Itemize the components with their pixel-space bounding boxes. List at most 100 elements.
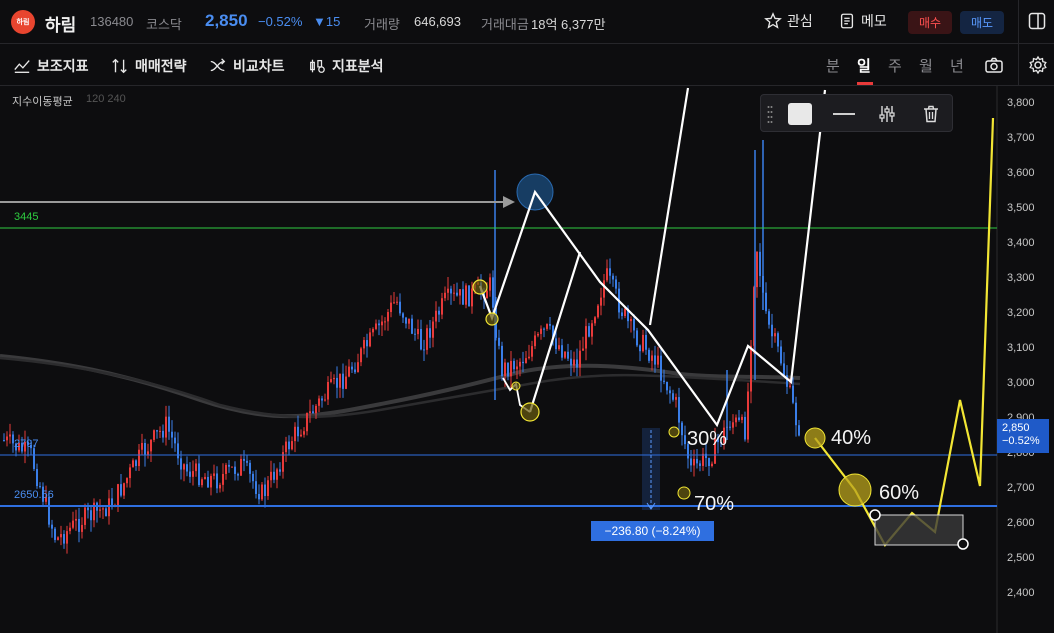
trend-segment-line[interactable]: [648, 87, 690, 326]
candle-body: [747, 391, 749, 440]
resistance-label: 3445: [14, 211, 39, 223]
strategy-icon: [112, 58, 127, 74]
candle-body: [279, 469, 281, 472]
candle-body: [702, 453, 704, 466]
candle-body: [738, 417, 740, 420]
candle-body: [255, 481, 257, 494]
candle-body: [417, 328, 419, 335]
marker-dot[interactable]: [677, 486, 691, 500]
candle-body: [267, 480, 269, 496]
candle-body: [441, 298, 443, 315]
candle-body: [471, 288, 473, 307]
period-year[interactable]: 년: [950, 55, 964, 76]
candle-body: [354, 369, 356, 373]
candle-body: [216, 473, 218, 489]
sliders-icon[interactable]: [877, 104, 897, 124]
support-label-1: 2797: [14, 438, 39, 450]
candle-body: [333, 377, 335, 380]
candle-body: [549, 324, 551, 326]
gear-icon[interactable]: [1028, 55, 1048, 75]
candle-body: [165, 416, 167, 438]
candle-body: [249, 462, 251, 474]
candle-body: [264, 484, 266, 496]
candle-body: [609, 268, 611, 276]
marker-circle-40[interactable]: [804, 427, 826, 449]
marker-dot[interactable]: [485, 312, 499, 326]
candle-body: [582, 348, 584, 351]
candle-body: [399, 301, 401, 314]
candle-body: [177, 443, 179, 459]
watchlist-button[interactable]: 관심: [764, 11, 813, 31]
candle-body: [768, 311, 770, 325]
y-axis-tick-label: 3,000: [1007, 377, 1035, 389]
line-style-button[interactable]: [833, 113, 855, 115]
chart-toolbar: 보조지표 매매전략 비교차트 지표분석 분 일 주 월 년: [0, 44, 1054, 86]
period-day[interactable]: 일: [857, 55, 871, 76]
candle-body: [159, 430, 161, 432]
candle-body: [462, 289, 464, 305]
analysis-button[interactable]: 지표분석: [308, 56, 384, 76]
candle-body: [414, 333, 416, 335]
candle-body: [162, 430, 164, 438]
target-zone-box[interactable]: [874, 514, 964, 546]
candle-body: [369, 332, 371, 347]
candle-body: [75, 518, 77, 521]
buy-button[interactable]: 매수: [908, 11, 952, 34]
candle-body: [135, 460, 137, 467]
drawing-toolbar: [760, 94, 953, 132]
candle-body: [735, 417, 737, 423]
candle-body: [465, 285, 467, 305]
candle-body: [126, 478, 128, 484]
strategy-button[interactable]: 매매전략: [111, 56, 187, 76]
marker-dot[interactable]: [511, 381, 521, 391]
trash-icon[interactable]: [921, 104, 941, 124]
camera-icon[interactable]: [984, 55, 1004, 75]
candle-body: [195, 463, 197, 472]
marker-dot[interactable]: [668, 426, 680, 438]
side-panel-icon[interactable]: [1027, 11, 1047, 31]
price-chart[interactable]: [0, 86, 1054, 633]
current-price: 2,850: [205, 11, 248, 30]
measure-result-label: −236.80 (−8.24%): [591, 521, 714, 541]
candle-body: [756, 251, 758, 288]
change-amount: ▼15: [313, 14, 341, 29]
period-week[interactable]: 주: [888, 55, 902, 76]
candle-body: [294, 426, 296, 442]
candle-body: [708, 458, 710, 466]
candle-body: [684, 435, 686, 445]
candle-body: [639, 345, 641, 352]
candle-body: [621, 312, 623, 316]
box-handle-bottom-right[interactable]: [957, 538, 969, 550]
candle-body: [489, 277, 491, 291]
candle-body: [711, 463, 713, 466]
candle-body: [432, 321, 434, 338]
memo-icon: [840, 13, 854, 29]
support-label-2: 2650.56: [14, 489, 54, 501]
candle-body: [102, 508, 104, 510]
period-month[interactable]: 월: [919, 55, 933, 76]
last-price-tag: 2,850 −0.52%: [997, 419, 1049, 453]
candle-body: [411, 318, 413, 334]
candle-body: [456, 292, 458, 296]
candle-body: [624, 308, 626, 316]
candle-body: [525, 358, 527, 364]
marker-dot[interactable]: [520, 402, 540, 422]
sell-button[interactable]: 매도: [960, 11, 1004, 34]
candle-body: [153, 430, 155, 440]
color-swatch-button[interactable]: [788, 103, 812, 125]
candle-body: [99, 509, 101, 511]
indicator-button[interactable]: 보조지표: [13, 56, 89, 76]
period-minute[interactable]: 분: [826, 55, 840, 76]
candle-body: [537, 333, 539, 336]
drag-handle-icon[interactable]: [767, 105, 773, 123]
candle-body: [576, 359, 578, 368]
candle-body: [504, 362, 506, 377]
box-handle-top-left[interactable]: [869, 509, 881, 521]
compare-button[interactable]: 비교차트: [209, 56, 285, 76]
marker-dot[interactable]: [472, 279, 488, 295]
marker-circle-60[interactable]: [838, 473, 872, 507]
memo-button[interactable]: 메모: [838, 11, 887, 31]
candle-body: [270, 471, 272, 481]
candle-body: [531, 346, 533, 357]
candle-body: [336, 377, 338, 388]
